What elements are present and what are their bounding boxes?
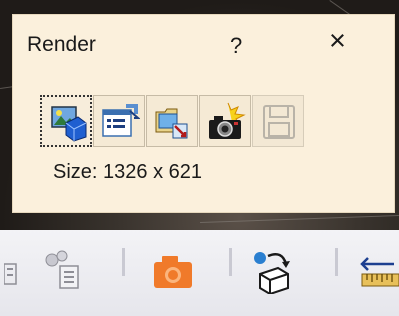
render-shooting-icon [51, 106, 87, 142]
render-settings-button[interactable] [93, 95, 145, 147]
move-object-icon[interactable] [252, 248, 296, 294]
render-snapshot-icon [209, 102, 246, 139]
ruler-measure-icon[interactable] [360, 252, 399, 292]
save-disk-icon [263, 105, 295, 139]
toolbar-separator [122, 248, 125, 276]
render-snapshot-button[interactable] [199, 95, 251, 147]
close-button[interactable]: × [329, 27, 346, 56]
palette-title: Render [27, 33, 96, 56]
camera-icon[interactable] [152, 254, 194, 290]
catalog-icon[interactable] [4, 244, 94, 294]
render-size-label: Size: 1326 x 621 [53, 161, 202, 183]
render-settings-icon [102, 104, 140, 137]
render-output-button[interactable] [146, 95, 198, 147]
help-button[interactable]: ? [230, 33, 242, 59]
save-button[interactable] [252, 95, 304, 147]
render-palette: Render ? × Size: 1326 x 621 [13, 15, 394, 212]
bottom-toolbar [0, 230, 399, 316]
render-output-icon [155, 108, 188, 139]
toolbar-separator [229, 248, 232, 276]
toolbar-separator [335, 248, 338, 276]
render-shooting-button[interactable] [40, 95, 92, 147]
